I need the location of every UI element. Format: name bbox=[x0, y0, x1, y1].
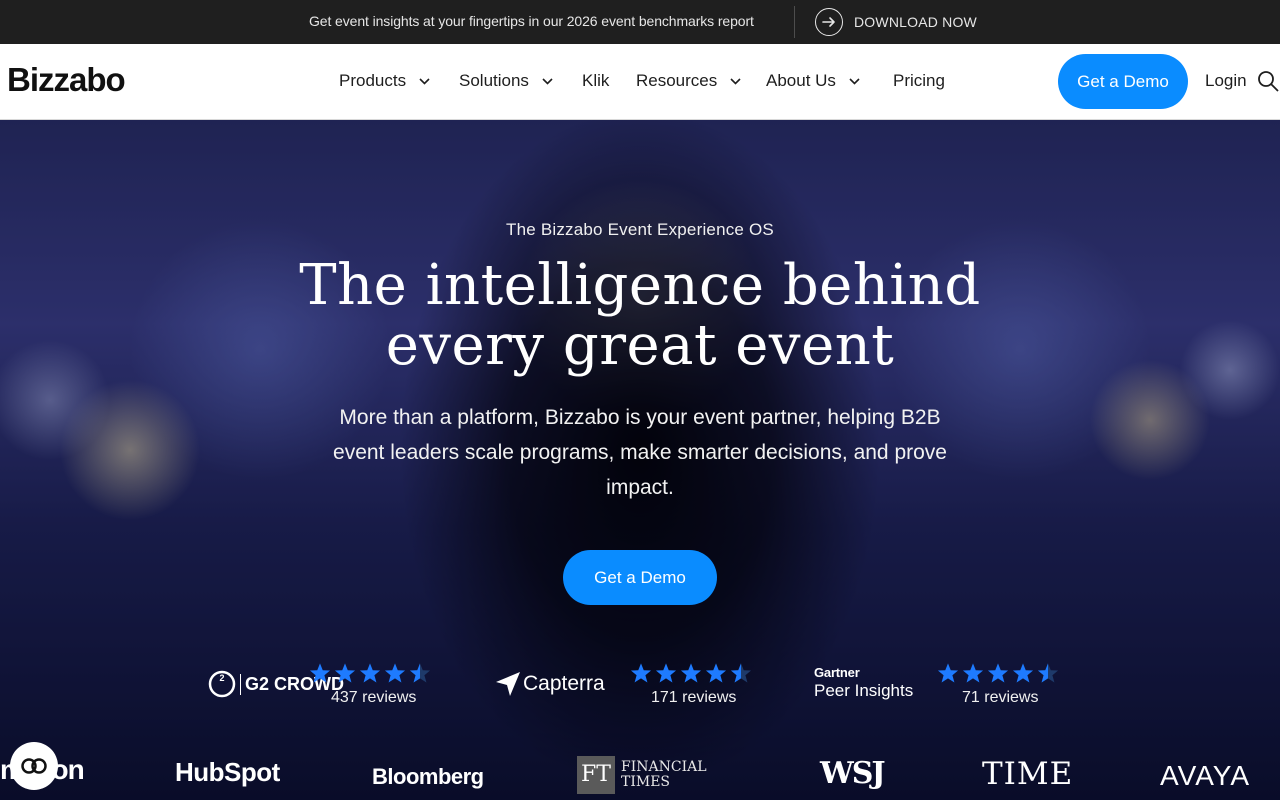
nav-klik-label: Klik bbox=[582, 71, 610, 90]
nav-about-us[interactable]: About Us bbox=[766, 71, 860, 91]
review-gartner: Gartner Peer Insights 71 reviews bbox=[814, 660, 1074, 720]
bizzabo-logo[interactable]: Bizzabo bbox=[7, 61, 126, 99]
capterra-logo: Capterra bbox=[495, 671, 605, 697]
star-icon bbox=[309, 663, 331, 683]
brand-logo-wsj: WSJ bbox=[820, 756, 886, 791]
nav-pricing[interactable]: Pricing bbox=[893, 71, 945, 91]
hero-section: The Bizzabo Event Experience OS The inte… bbox=[0, 120, 1280, 800]
star-icon bbox=[359, 663, 381, 683]
half-star-icon bbox=[730, 663, 752, 683]
chat-widget-button[interactable] bbox=[10, 742, 58, 790]
ft-mark: FT bbox=[577, 756, 615, 794]
star-icon bbox=[655, 663, 677, 683]
half-star-icon bbox=[409, 663, 431, 683]
brand-logo-bloomberg: Bloomberg bbox=[372, 764, 484, 789]
download-now-link[interactable]: DOWNLOAD NOW bbox=[815, 6, 977, 37]
star-icon bbox=[334, 663, 356, 683]
nav-solutions-label: Solutions bbox=[459, 71, 529, 90]
rating-stars bbox=[309, 662, 431, 684]
gartner-label: Gartner bbox=[814, 665, 860, 680]
ft-wordmark-line-2: TIMES bbox=[621, 774, 671, 790]
nav-resources[interactable]: Resources bbox=[636, 71, 741, 91]
ft-wordmark-line-1: FINANCIAL bbox=[621, 759, 707, 775]
brand-logo-avaya: AVAYA bbox=[1160, 760, 1251, 791]
review-count: 437 reviews bbox=[331, 689, 417, 706]
svg-text:2: 2 bbox=[219, 673, 224, 683]
login-link[interactable]: Login bbox=[1205, 71, 1247, 91]
star-icon bbox=[987, 663, 1009, 683]
nav-about-us-label: About Us bbox=[766, 71, 836, 90]
nav-pricing-label: Pricing bbox=[893, 71, 945, 90]
ft-wordmark: FINANCIAL TIMES bbox=[621, 760, 707, 790]
hero-eyebrow: The Bizzabo Event Experience OS bbox=[506, 220, 774, 239]
half-star-icon bbox=[1037, 663, 1059, 683]
brand-logo-financial-times: FT FINANCIAL TIMES bbox=[577, 756, 707, 794]
search-icon[interactable] bbox=[1257, 70, 1279, 97]
brand-logo-time: TIME bbox=[982, 756, 1074, 792]
star-icon bbox=[705, 663, 727, 683]
rating-stars bbox=[630, 662, 752, 684]
capterra-arrow-icon bbox=[496, 672, 520, 696]
review-g2-crowd: 2 G2 CROWD 437 reviews bbox=[208, 660, 448, 720]
announcement-divider bbox=[794, 6, 795, 38]
star-icon bbox=[1012, 663, 1034, 683]
star-icon bbox=[384, 663, 406, 683]
star-icon bbox=[937, 663, 959, 683]
hero-headline-line-2: every great event bbox=[385, 313, 895, 378]
review-capterra: Capterra 171 reviews bbox=[495, 660, 765, 720]
nav-products-label: Products bbox=[339, 71, 407, 90]
star-icon bbox=[680, 663, 702, 683]
header-get-a-demo-button[interactable]: Get a Demo bbox=[1058, 54, 1188, 109]
announcement-bar: Get event insights at your fingertips in… bbox=[0, 0, 1280, 44]
nav-solutions[interactable]: Solutions bbox=[459, 71, 553, 91]
hero-headline: The intelligence behind every great even… bbox=[290, 256, 990, 376]
capterra-label: Capterra bbox=[523, 672, 605, 695]
chevron-down-icon bbox=[419, 77, 430, 85]
download-now-label: DOWNLOAD NOW bbox=[854, 13, 977, 30]
arrow-right-circle-icon bbox=[815, 7, 843, 36]
nav-resources-label: Resources bbox=[636, 71, 718, 90]
hero-subtext: More than a platform, Bizzabo is your ev… bbox=[333, 406, 947, 499]
nav-klik[interactable]: Klik bbox=[582, 71, 609, 91]
announcement-text: Get event insights at your fingertips in… bbox=[309, 13, 754, 29]
hero-headline-line-1: The intelligence behind bbox=[299, 253, 981, 318]
g2-icon: 2 bbox=[208, 670, 236, 698]
star-icon bbox=[630, 663, 652, 683]
chevron-down-icon bbox=[849, 77, 860, 85]
review-count: 71 reviews bbox=[962, 689, 1039, 706]
rating-stars bbox=[937, 662, 1059, 684]
hero-get-a-demo-button[interactable]: Get a Demo bbox=[563, 550, 717, 605]
chat-widget-icon bbox=[21, 758, 47, 774]
gartner-peer-insights-logo: Gartner Peer Insights bbox=[814, 665, 913, 701]
brand-logo-hubspot: HubSpot bbox=[175, 757, 280, 787]
nav-products[interactable]: Products bbox=[339, 71, 430, 91]
chevron-down-icon bbox=[730, 77, 741, 85]
star-icon bbox=[962, 663, 984, 683]
review-count: 171 reviews bbox=[651, 689, 737, 706]
site-header: Bizzabo Products Solutions Klik Resource… bbox=[0, 44, 1280, 120]
chevron-down-icon bbox=[542, 77, 553, 85]
peer-insights-label: Peer Insights bbox=[814, 681, 914, 700]
